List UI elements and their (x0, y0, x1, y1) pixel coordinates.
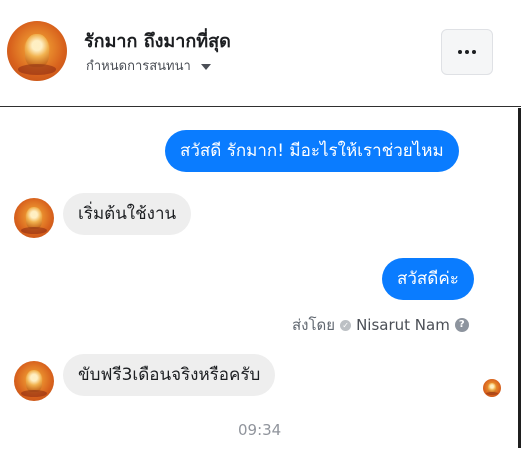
conversation-header: รักมาก ถึงมากที่สุด กำหนดการสนทนา (0, 0, 521, 107)
message-bubble-incoming[interactable]: เริ่มต้นใช้งาน (63, 193, 192, 235)
sender-avatar[interactable] (14, 361, 54, 401)
conversation-settings-link[interactable]: กำหนดการสนทนา (86, 55, 211, 76)
message-bubble-outgoing[interactable]: สวัสดี รักมาก! มีอะไรให้เราช่วยไหม (165, 130, 459, 172)
seen-indicator-avatar (483, 379, 501, 397)
more-options-icon (472, 50, 476, 54)
help-icon[interactable]: ? (454, 318, 469, 332)
sent-by-prefix: ส่งโดย (292, 316, 336, 334)
message-thread[interactable]: สวัสดี รักมาก! มีอะไรให้เราช่วยไหม เริ่ม… (0, 108, 521, 459)
chevron-down-icon (200, 63, 211, 70)
sent-by-name[interactable]: Nisarut Nam (356, 316, 450, 334)
message-timestamp: 09:34 (238, 421, 282, 439)
page-avatar[interactable] (7, 21, 67, 81)
check-circle-icon: ✓ (340, 319, 352, 331)
conversation-settings-label: กำหนดการสนทนา (86, 59, 191, 74)
sent-by-info: ส่งโดย ✓ Nisarut Nam ? (292, 313, 469, 337)
more-options-icon (458, 50, 462, 54)
sender-avatar[interactable] (14, 198, 54, 238)
more-options-icon (465, 50, 469, 54)
conversation-title[interactable]: รักมาก ถึงมากที่สุด (84, 26, 231, 55)
message-bubble-incoming[interactable]: ขับฟรี3เดือนจริงหรือครับ (63, 354, 276, 396)
more-options-button[interactable] (441, 29, 493, 75)
message-bubble-outgoing[interactable]: สวัสดีค่ะ (382, 258, 474, 300)
